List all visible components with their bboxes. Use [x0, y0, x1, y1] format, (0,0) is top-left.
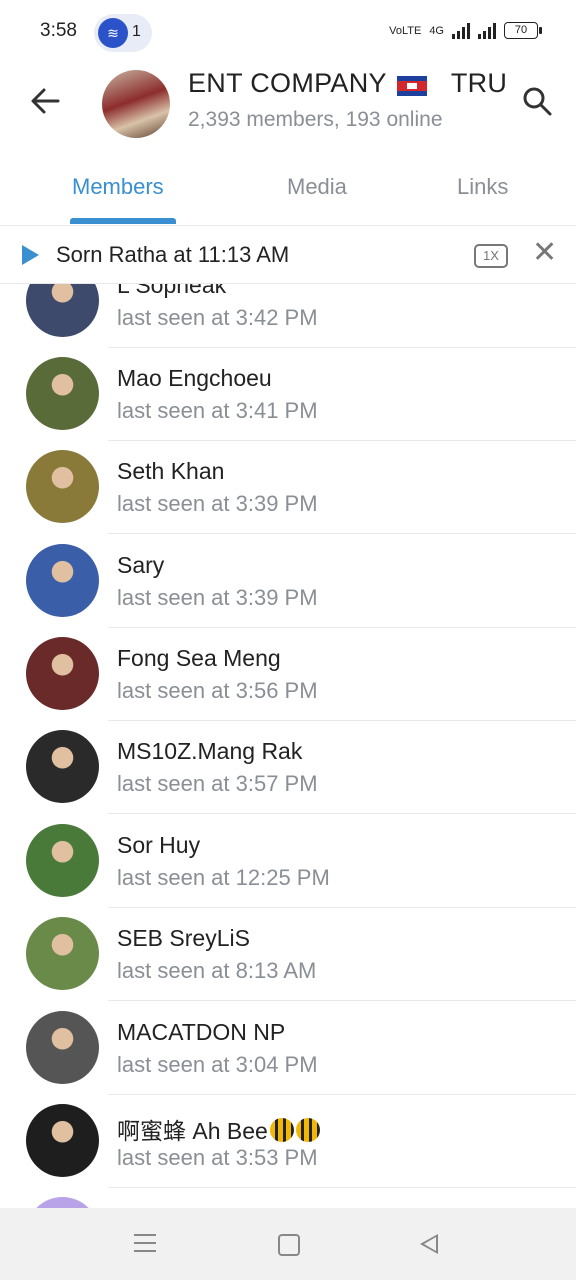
member-last-seen: last seen at 3:53 PM [117, 1145, 318, 1170]
divider [108, 533, 576, 534]
battery-icon: 70 [504, 22, 542, 39]
member-last-seen: last seen at 3:56 PM [117, 678, 318, 703]
member-name: 啊蜜蜂 Ah Bee [117, 1112, 320, 1146]
volte-icon: VoLTE [389, 24, 422, 37]
avatar [26, 730, 99, 803]
member-name-text: 啊蜜蜂 Ah Bee [117, 1118, 268, 1144]
list-item[interactable]: SEB SreyLiS last seen at 8:13 AM [0, 908, 576, 1001]
list-item[interactable]: Sary last seen at 3:39 PM [0, 535, 576, 628]
avatar [26, 917, 99, 990]
avatar [26, 357, 99, 430]
avatar [26, 284, 99, 337]
group-avatar[interactable] [102, 70, 170, 138]
list-item[interactable]: 啊蜜蜂 Ah Bee last seen at 3:53 PM [0, 1095, 576, 1188]
avatar [26, 544, 99, 617]
avatar [26, 637, 99, 710]
audio-player-bar[interactable]: Sorn Ratha at 11:13 AM 1X ✕ [0, 226, 576, 284]
member-last-seen: last seen at 3:41 PM [117, 398, 318, 423]
notification-count: 1 [132, 23, 141, 40]
member-last-seen: last seen at 12:25 PM [117, 865, 330, 890]
bee-emoji-icon [295, 1118, 320, 1142]
wifi-icon: ≋ [98, 18, 128, 48]
chat-header: ENT COMPANY TRU 2,393 members, 193 online [0, 64, 576, 148]
member-name: Seth Khan [117, 458, 225, 484]
divider [108, 1000, 576, 1001]
playback-speed-button[interactable]: 1X [474, 244, 508, 268]
player-sender: Sorn Ratha [56, 242, 168, 267]
list-item[interactable]: Sor Huy last seen at 12:25 PM [0, 815, 576, 908]
list-item[interactable]: Mao Engchoeu last seen at 3:41 PM [0, 348, 576, 441]
list-item[interactable]: Fong Sea Meng last seen at 3:56 PM [0, 628, 576, 721]
list-item[interactable] [0, 1188, 576, 1208]
member-name: Sary [117, 552, 165, 578]
back-triangle-icon[interactable] [420, 1234, 438, 1254]
play-icon[interactable] [22, 245, 39, 265]
network-type-icon: 4G [429, 24, 444, 37]
home-icon[interactable] [278, 1234, 300, 1256]
status-bar: 3:58 ≋ 1 VoLTE 4G 70 [0, 0, 576, 64]
member-name: MACATDON NP [117, 1019, 286, 1045]
member-last-seen: last seen at 8:13 AM [117, 958, 317, 983]
member-name: MS10Z.Mang Rak [117, 738, 303, 764]
tab-links[interactable]: Links [457, 174, 508, 200]
status-time: 3:58 [40, 20, 77, 41]
member-name: Mao Engchoeu [117, 365, 272, 391]
member-name: SEB SreyLiS [117, 925, 250, 951]
member-name: Sor Huy [117, 832, 201, 858]
member-name: L Sopneak [117, 284, 227, 298]
list-item[interactable]: MACATDON NP last seen at 3:04 PM [0, 1002, 576, 1095]
menu-icon[interactable] [134, 1234, 156, 1252]
tab-media[interactable]: Media [287, 174, 347, 200]
avatar [26, 824, 99, 897]
avatar [26, 1011, 99, 1084]
player-time: at 11:13 AM [173, 242, 290, 267]
group-title-left: ENT COMPANY [188, 68, 387, 98]
avatar [26, 1104, 99, 1177]
active-tab-indicator [70, 218, 176, 224]
member-count: 2,393 members, 193 online [188, 108, 443, 131]
arrow-left-icon [31, 88, 60, 114]
signal-2-icon [478, 22, 496, 39]
list-item[interactable]: Seth Khan last seen at 3:39 PM [0, 441, 576, 534]
search-icon [523, 87, 552, 116]
back-button[interactable] [28, 84, 64, 120]
bee-emoji-icon [269, 1118, 294, 1142]
tab-members[interactable]: Members [72, 174, 164, 200]
signal-icon [452, 22, 470, 39]
member-last-seen: last seen at 3:57 PM [117, 771, 318, 796]
members-list[interactable]: L Sopneak last seen at 3:42 PM Mao Engch… [0, 284, 576, 1208]
list-item[interactable]: L Sopneak last seen at 3:42 PM [0, 284, 576, 348]
list-item[interactable]: MS10Z.Mang Rak last seen at 3:57 PM [0, 721, 576, 814]
member-last-seen: last seen at 3:39 PM [117, 491, 318, 516]
divider [108, 813, 576, 814]
member-last-seen: last seen at 3:04 PM [117, 1052, 318, 1077]
group-title[interactable]: ENT COMPANY TRU [188, 68, 510, 100]
avatar [26, 1197, 99, 1208]
tab-bar: Members Media Links [0, 148, 576, 226]
close-icon[interactable]: ✕ [532, 238, 557, 268]
cambodia-flag-icon [396, 75, 427, 96]
system-nav-bar [0, 1208, 576, 1280]
player-title: Sorn Ratha at 11:13 AM [56, 242, 289, 268]
member-name: Fong Sea Meng [117, 645, 281, 671]
group-title-right: TRU [450, 68, 508, 98]
member-last-seen: last seen at 3:39 PM [117, 585, 318, 610]
notification-chip[interactable]: ≋ 1 [94, 14, 152, 52]
search-button[interactable] [520, 84, 556, 120]
system-icons: VoLTE 4G 70 [389, 22, 542, 39]
member-last-seen: last seen at 3:42 PM [117, 305, 318, 330]
avatar [26, 450, 99, 523]
